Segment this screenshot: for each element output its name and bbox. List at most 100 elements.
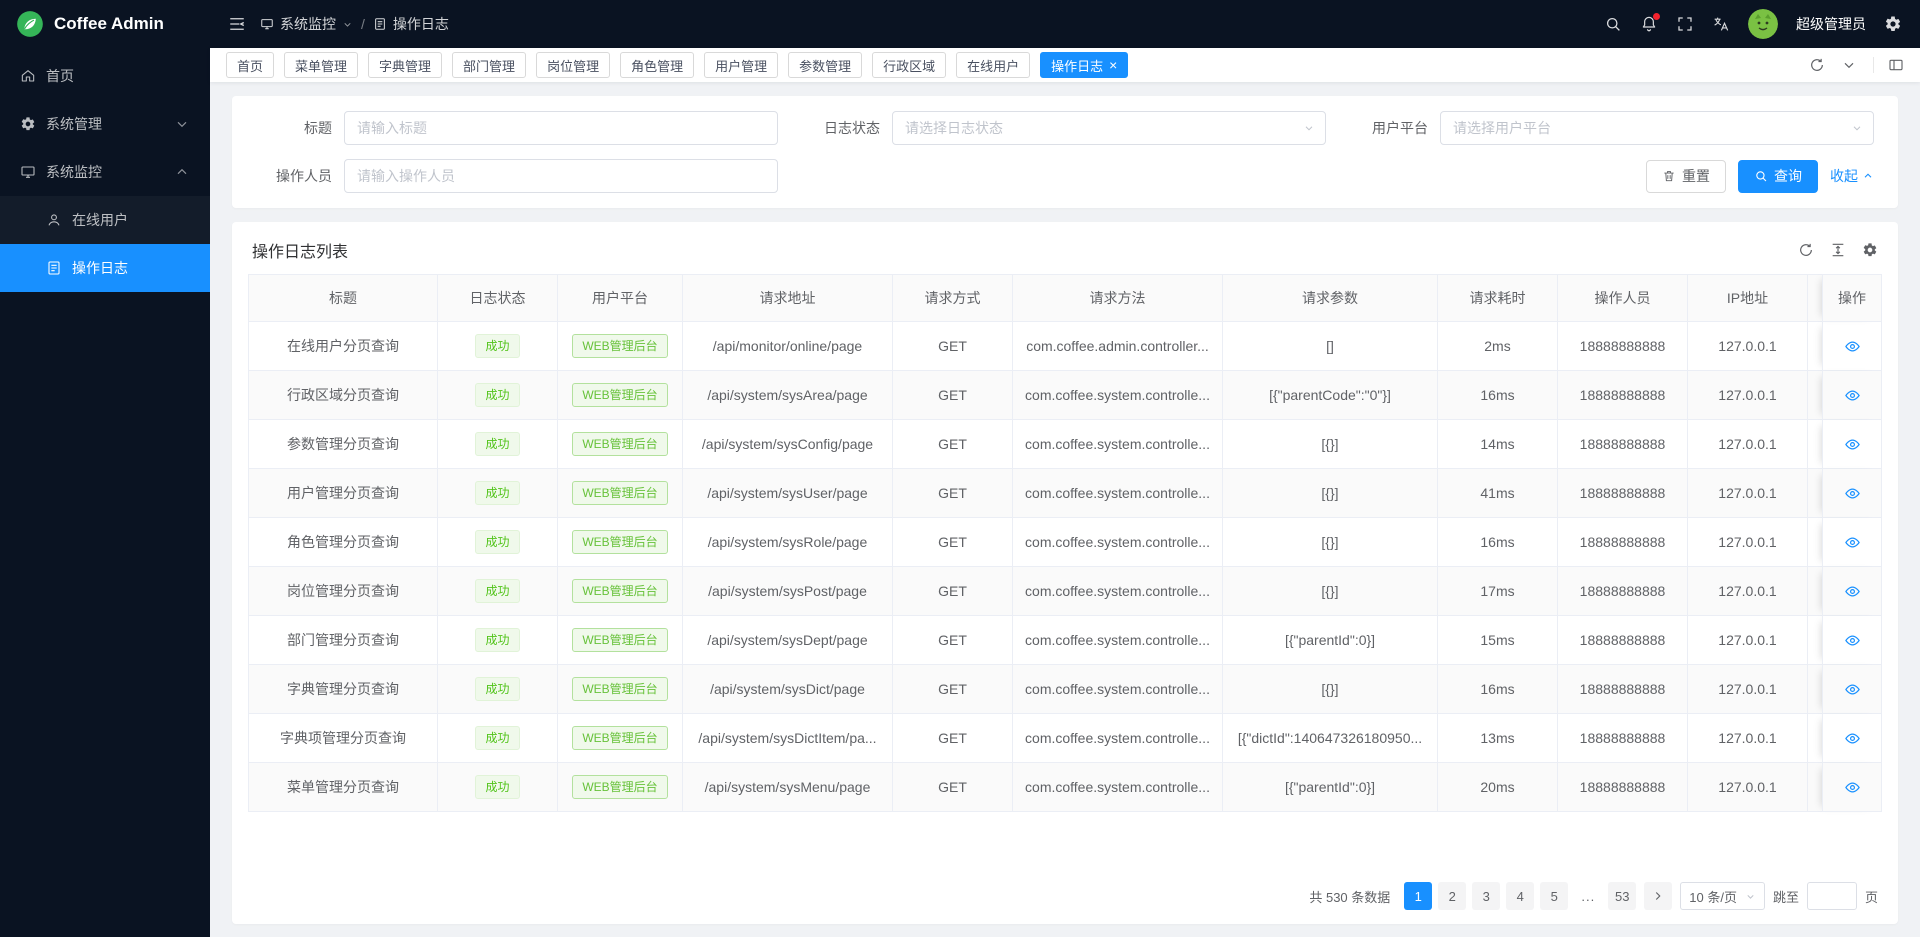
tab-菜单管理[interactable]: 菜单管理 (284, 52, 358, 78)
view-detail-eye-icon[interactable] (1844, 632, 1861, 649)
sidebar-item-system-management[interactable]: 系统管理 (0, 100, 210, 148)
refresh-icon[interactable] (1798, 242, 1814, 258)
collapse-sidebar-icon[interactable] (228, 15, 246, 33)
tab-用户管理[interactable]: 用户管理 (704, 52, 778, 78)
sidebar-item-online-users[interactable]: 在线用户 (0, 196, 210, 244)
reset-button[interactable]: 重置 (1646, 160, 1726, 193)
cell-func: com.coffee.system.controlle... (1013, 665, 1223, 714)
cell-status: 成功 (438, 420, 558, 469)
next-page-button[interactable] (1644, 882, 1672, 910)
coffee-logo-icon (16, 10, 44, 38)
table-row: 岗位管理分页查询成功WEB管理后台/api/system/sysPost/pag… (248, 567, 1882, 616)
tab-字典管理[interactable]: 字典管理 (368, 52, 442, 78)
tab-close-icon[interactable]: × (1109, 58, 1117, 72)
cell-platform: WEB管理后台 (558, 714, 683, 763)
cell-time: 16ms (1438, 518, 1558, 567)
view-detail-eye-icon[interactable] (1844, 779, 1861, 796)
cell-status: 成功 (438, 616, 558, 665)
search-label: 查询 (1774, 166, 1802, 186)
card-title: 操作日志列表 (252, 238, 348, 262)
view-detail-eye-icon[interactable] (1844, 730, 1861, 747)
operator-input[interactable] (344, 159, 778, 193)
table-scroll-area[interactable]: 标题日志状态用户平台请求地址请求方式请求方法请求参数请求耗时操作人员IP地址操作… (248, 274, 1882, 870)
tab-在线用户[interactable]: 在线用户 (956, 52, 1030, 78)
view-detail-eye-icon[interactable] (1844, 583, 1861, 600)
column-header: 日志状态 (438, 274, 558, 322)
jump-suffix: 页 (1865, 887, 1878, 906)
page-button-4[interactable]: 4 (1506, 882, 1534, 910)
avatar[interactable] (1748, 9, 1778, 39)
tab-label: 在线用户 (967, 56, 1019, 75)
collapse-filter-link[interactable]: 收起 (1830, 166, 1874, 186)
logo-title: Coffee Admin (54, 14, 164, 34)
home-icon (20, 68, 36, 84)
reset-label: 重置 (1682, 166, 1710, 186)
tab-参数管理[interactable]: 参数管理 (788, 52, 862, 78)
view-detail-eye-icon[interactable] (1844, 681, 1861, 698)
tab-首页[interactable]: 首页 (226, 52, 274, 78)
title-label: 标题 (256, 118, 332, 138)
user-icon (46, 212, 62, 228)
log-status-select[interactable]: 请选择日志状态 (892, 111, 1326, 145)
view-detail-eye-icon[interactable] (1844, 485, 1861, 502)
page-button-5[interactable]: 5 (1540, 882, 1568, 910)
table-row: 行政区域分页查询成功WEB管理后台/api/system/sysArea/pag… (248, 371, 1882, 420)
sidebar-item-label: 在线用户 (72, 210, 128, 230)
status-tag: 成功 (475, 726, 519, 750)
fullscreen-icon[interactable] (1676, 15, 1694, 33)
page-button-3[interactable]: 3 (1472, 882, 1500, 910)
table-row: 菜单管理分页查询成功WEB管理后台/api/system/sysMenu/pag… (248, 763, 1882, 812)
table-row: 在线用户分页查询成功WEB管理后台/api/monitor/online/pag… (248, 322, 1882, 371)
cell-operator: 18888888888 (1558, 714, 1688, 763)
user-name[interactable]: 超级管理员 (1796, 14, 1866, 34)
tab-actions-chevron-icon[interactable] (1841, 57, 1857, 73)
notification-bell-icon[interactable] (1640, 15, 1658, 33)
user-platform-select[interactable]: 请选择用户平台 (1440, 111, 1874, 145)
tab-label: 角色管理 (631, 56, 683, 75)
status-tag: 成功 (475, 432, 519, 456)
sidebar-item-label: 系统监控 (46, 162, 102, 182)
tab-岗位管理[interactable]: 岗位管理 (536, 52, 610, 78)
cell-title: 部门管理分页查询 (248, 616, 438, 665)
breadcrumb: 系统监控 / 操作日志 (260, 14, 449, 34)
sidebar-item-operation-log[interactable]: 操作日志 (0, 244, 210, 292)
page-button-1[interactable]: 1 (1404, 882, 1432, 910)
refresh-icon[interactable] (1809, 57, 1825, 73)
chevron-right-icon (1652, 890, 1664, 902)
pagination: 共 530 条数据 12345...53 10 条/页 跳至 (248, 870, 1882, 916)
title-input[interactable] (344, 111, 778, 145)
jump-page-input[interactable] (1807, 882, 1857, 910)
cell-func: com.coffee.system.controlle... (1013, 420, 1223, 469)
column-settings-gear-icon[interactable] (1862, 242, 1878, 258)
view-detail-eye-icon[interactable] (1844, 436, 1861, 453)
cell-url: /api/system/sysPost/page (683, 567, 893, 616)
page-button-2[interactable]: 2 (1438, 882, 1466, 910)
sidebar-item-home[interactable]: 首页 (0, 52, 210, 100)
tab-角色管理[interactable]: 角色管理 (620, 52, 694, 78)
page-ellipsis[interactable]: ... (1574, 882, 1602, 910)
view-detail-eye-icon[interactable] (1844, 338, 1861, 355)
cell-title: 菜单管理分页查询 (248, 763, 438, 812)
translate-icon[interactable] (1712, 15, 1730, 33)
tab-部门管理[interactable]: 部门管理 (452, 52, 526, 78)
cell-platform: WEB管理后台 (558, 616, 683, 665)
tab-操作日志[interactable]: 操作日志× (1040, 52, 1128, 78)
column-height-icon[interactable] (1830, 242, 1846, 258)
page-button-53[interactable]: 53 (1608, 882, 1636, 910)
search-icon[interactable] (1604, 15, 1622, 33)
platform-tag: WEB管理后台 (572, 579, 667, 603)
sidebar-item-system-monitor[interactable]: 系统监控 (0, 148, 210, 196)
pagination-pages: 12345...53 (1404, 882, 1636, 910)
breadcrumb-system-monitor[interactable]: 系统监控 (260, 14, 353, 34)
layout-panel-icon[interactable] (1888, 57, 1904, 73)
page-size-select[interactable]: 10 条/页 (1680, 882, 1765, 910)
cell-platform: WEB管理后台 (558, 567, 683, 616)
column-header: 请求方法 (1013, 274, 1223, 322)
settings-gear-icon[interactable] (1884, 15, 1902, 33)
tab-行政区域[interactable]: 行政区域 (872, 52, 946, 78)
view-detail-eye-icon[interactable] (1844, 534, 1861, 551)
platform-tag: WEB管理后台 (572, 677, 667, 701)
view-detail-eye-icon[interactable] (1844, 387, 1861, 404)
search-button[interactable]: 查询 (1738, 160, 1818, 193)
cell-params: [{}] (1223, 469, 1438, 518)
